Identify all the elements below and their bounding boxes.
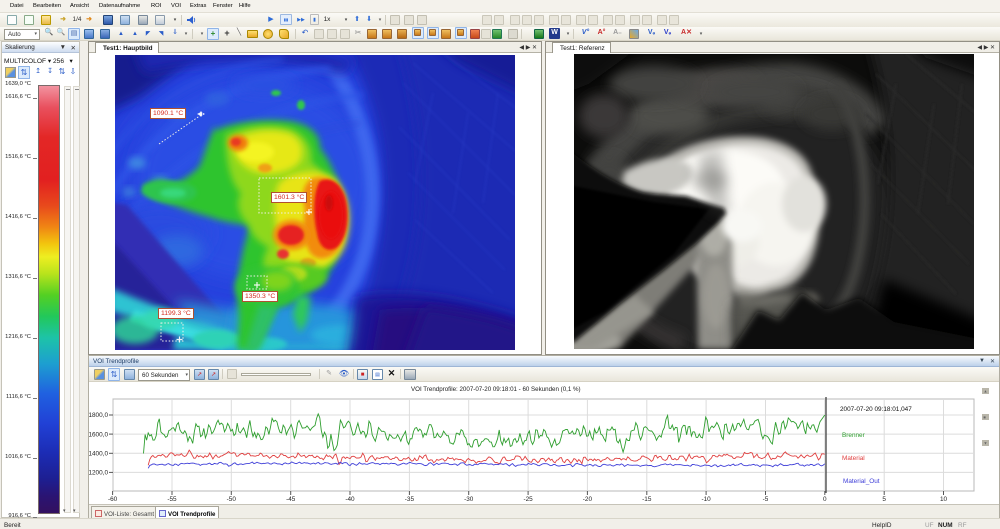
svg-text:5: 5 (882, 496, 886, 502)
svg-text:2007-07-20 09:18:01,047: 2007-07-20 09:18:01,047 (840, 406, 912, 413)
svg-text:0: 0 (823, 496, 827, 502)
svg-text:Material_Out: Material_Out (843, 478, 880, 485)
svg-text:-40: -40 (345, 496, 355, 502)
svg-text:Brenner: Brenner (842, 432, 866, 439)
svg-text:-25: -25 (523, 496, 533, 502)
svg-text:-30: -30 (464, 496, 474, 502)
svg-text:1800,0: 1800,0 (89, 412, 108, 419)
svg-text:-10: -10 (701, 496, 711, 502)
svg-text:-5: -5 (763, 496, 769, 502)
svg-text:-50: -50 (227, 496, 237, 502)
svg-text:-20: -20 (583, 496, 593, 502)
svg-text:10: 10 (940, 496, 948, 502)
svg-text:-15: -15 (642, 496, 652, 502)
svg-text:1600,0: 1600,0 (89, 431, 108, 438)
svg-text:-35: -35 (405, 496, 415, 502)
svg-text:-45: -45 (286, 496, 296, 502)
svg-text:-60: -60 (108, 496, 118, 502)
svg-text:1200,0: 1200,0 (89, 470, 108, 477)
svg-text:▼: ▼ (984, 441, 988, 446)
svg-text:1400,0: 1400,0 (89, 451, 108, 458)
svg-text:Material: Material (842, 455, 865, 462)
svg-text:▲: ▲ (984, 389, 988, 394)
svg-text:-55: -55 (167, 496, 177, 502)
